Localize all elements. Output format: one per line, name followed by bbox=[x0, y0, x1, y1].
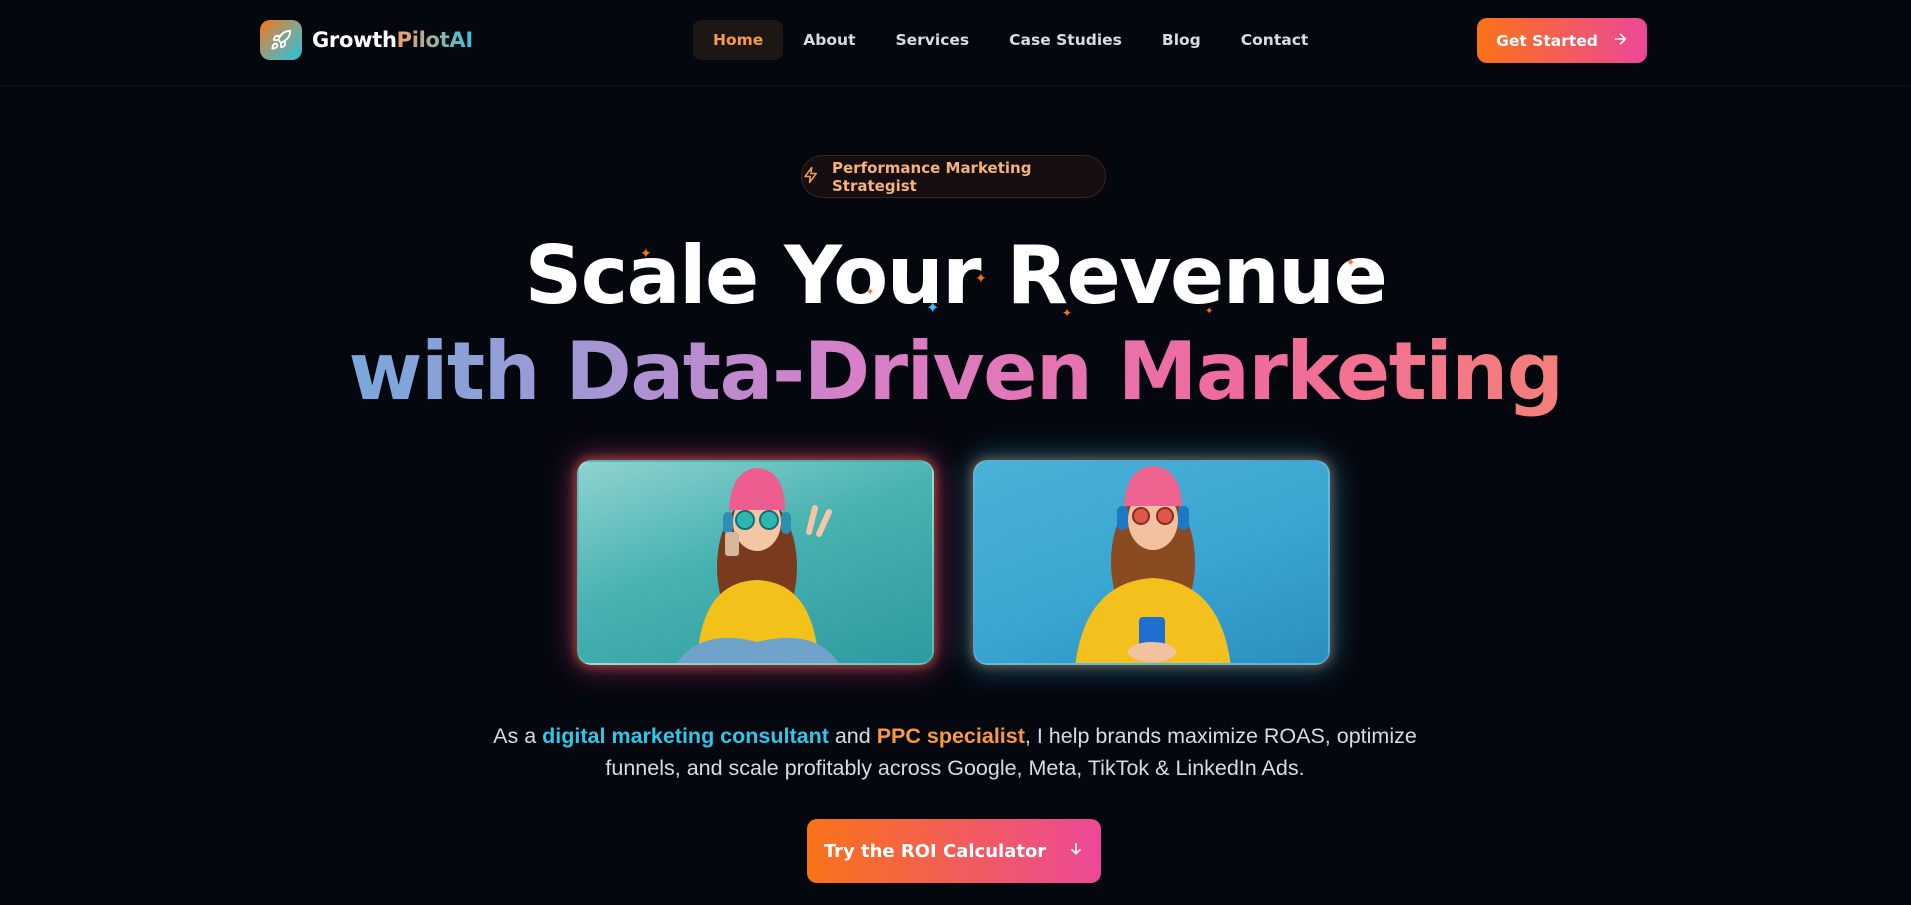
nav-item-services[interactable]: Services bbox=[875, 20, 989, 60]
arrow-right-icon bbox=[1612, 31, 1628, 51]
brand[interactable]: GrowthPilotAI bbox=[260, 20, 473, 60]
brand-name-part2: PilotAI bbox=[396, 28, 474, 52]
lightning-icon bbox=[802, 166, 820, 188]
headline-line1: Scale Your Revenue bbox=[524, 229, 1388, 322]
highlight-digital-marketing-consultant: digital marketing consultant bbox=[542, 724, 829, 748]
role-badge: Performance Marketing Strategist bbox=[801, 155, 1106, 198]
sparkle-icon: ✦ bbox=[1346, 256, 1356, 269]
roi-calculator-label: Try the ROI Calculator bbox=[823, 840, 1047, 862]
nav-item-about[interactable]: About bbox=[783, 20, 875, 60]
nav-item-contact[interactable]: Contact bbox=[1221, 20, 1329, 60]
description-part1: As a bbox=[493, 724, 543, 748]
sparkle-icon: ✦ bbox=[926, 298, 940, 317]
sparkle-icon: ✦ bbox=[1205, 306, 1214, 317]
main-menu: Home About Services Case Studies Blog Co… bbox=[693, 20, 1328, 60]
brand-name: GrowthPilotAI bbox=[312, 28, 473, 52]
roi-calculator-button[interactable]: Try the ROI Calculator bbox=[807, 819, 1101, 883]
brand-name-part1: Growth bbox=[312, 28, 397, 52]
hero-headline: Scale Your Revenue with Data-Driven Mark… bbox=[0, 228, 1911, 420]
nav-item-home[interactable]: Home bbox=[693, 20, 784, 60]
top-navbar: GrowthPilotAI Home About Services Case S… bbox=[0, 0, 1911, 86]
get-started-label: Get Started bbox=[1496, 31, 1598, 50]
hero-description: As a digital marketing consultant and PP… bbox=[455, 720, 1455, 784]
hero-photo-right bbox=[973, 460, 1330, 665]
sparkle-icon: ✦ bbox=[866, 287, 875, 298]
get-started-button[interactable]: Get Started bbox=[1477, 18, 1647, 63]
highlight-ppc-specialist: PPC specialist bbox=[876, 724, 1025, 748]
hero-photo-left bbox=[577, 460, 934, 665]
nav-item-case-studies[interactable]: Case Studies bbox=[989, 20, 1142, 60]
rocket-icon bbox=[260, 20, 302, 60]
headline-line2: with Data-Driven Marketing bbox=[0, 324, 1911, 420]
sparkle-icon: ✦ bbox=[975, 271, 987, 287]
badge-label: Performance Marketing Strategist bbox=[832, 158, 1032, 195]
description-part2: and bbox=[828, 724, 877, 748]
nav-item-blog[interactable]: Blog bbox=[1142, 20, 1221, 60]
sparkle-icon: ✦ bbox=[1062, 306, 1073, 320]
arrow-down-icon bbox=[1068, 841, 1084, 862]
sparkle-icon: ✦ bbox=[640, 246, 652, 262]
